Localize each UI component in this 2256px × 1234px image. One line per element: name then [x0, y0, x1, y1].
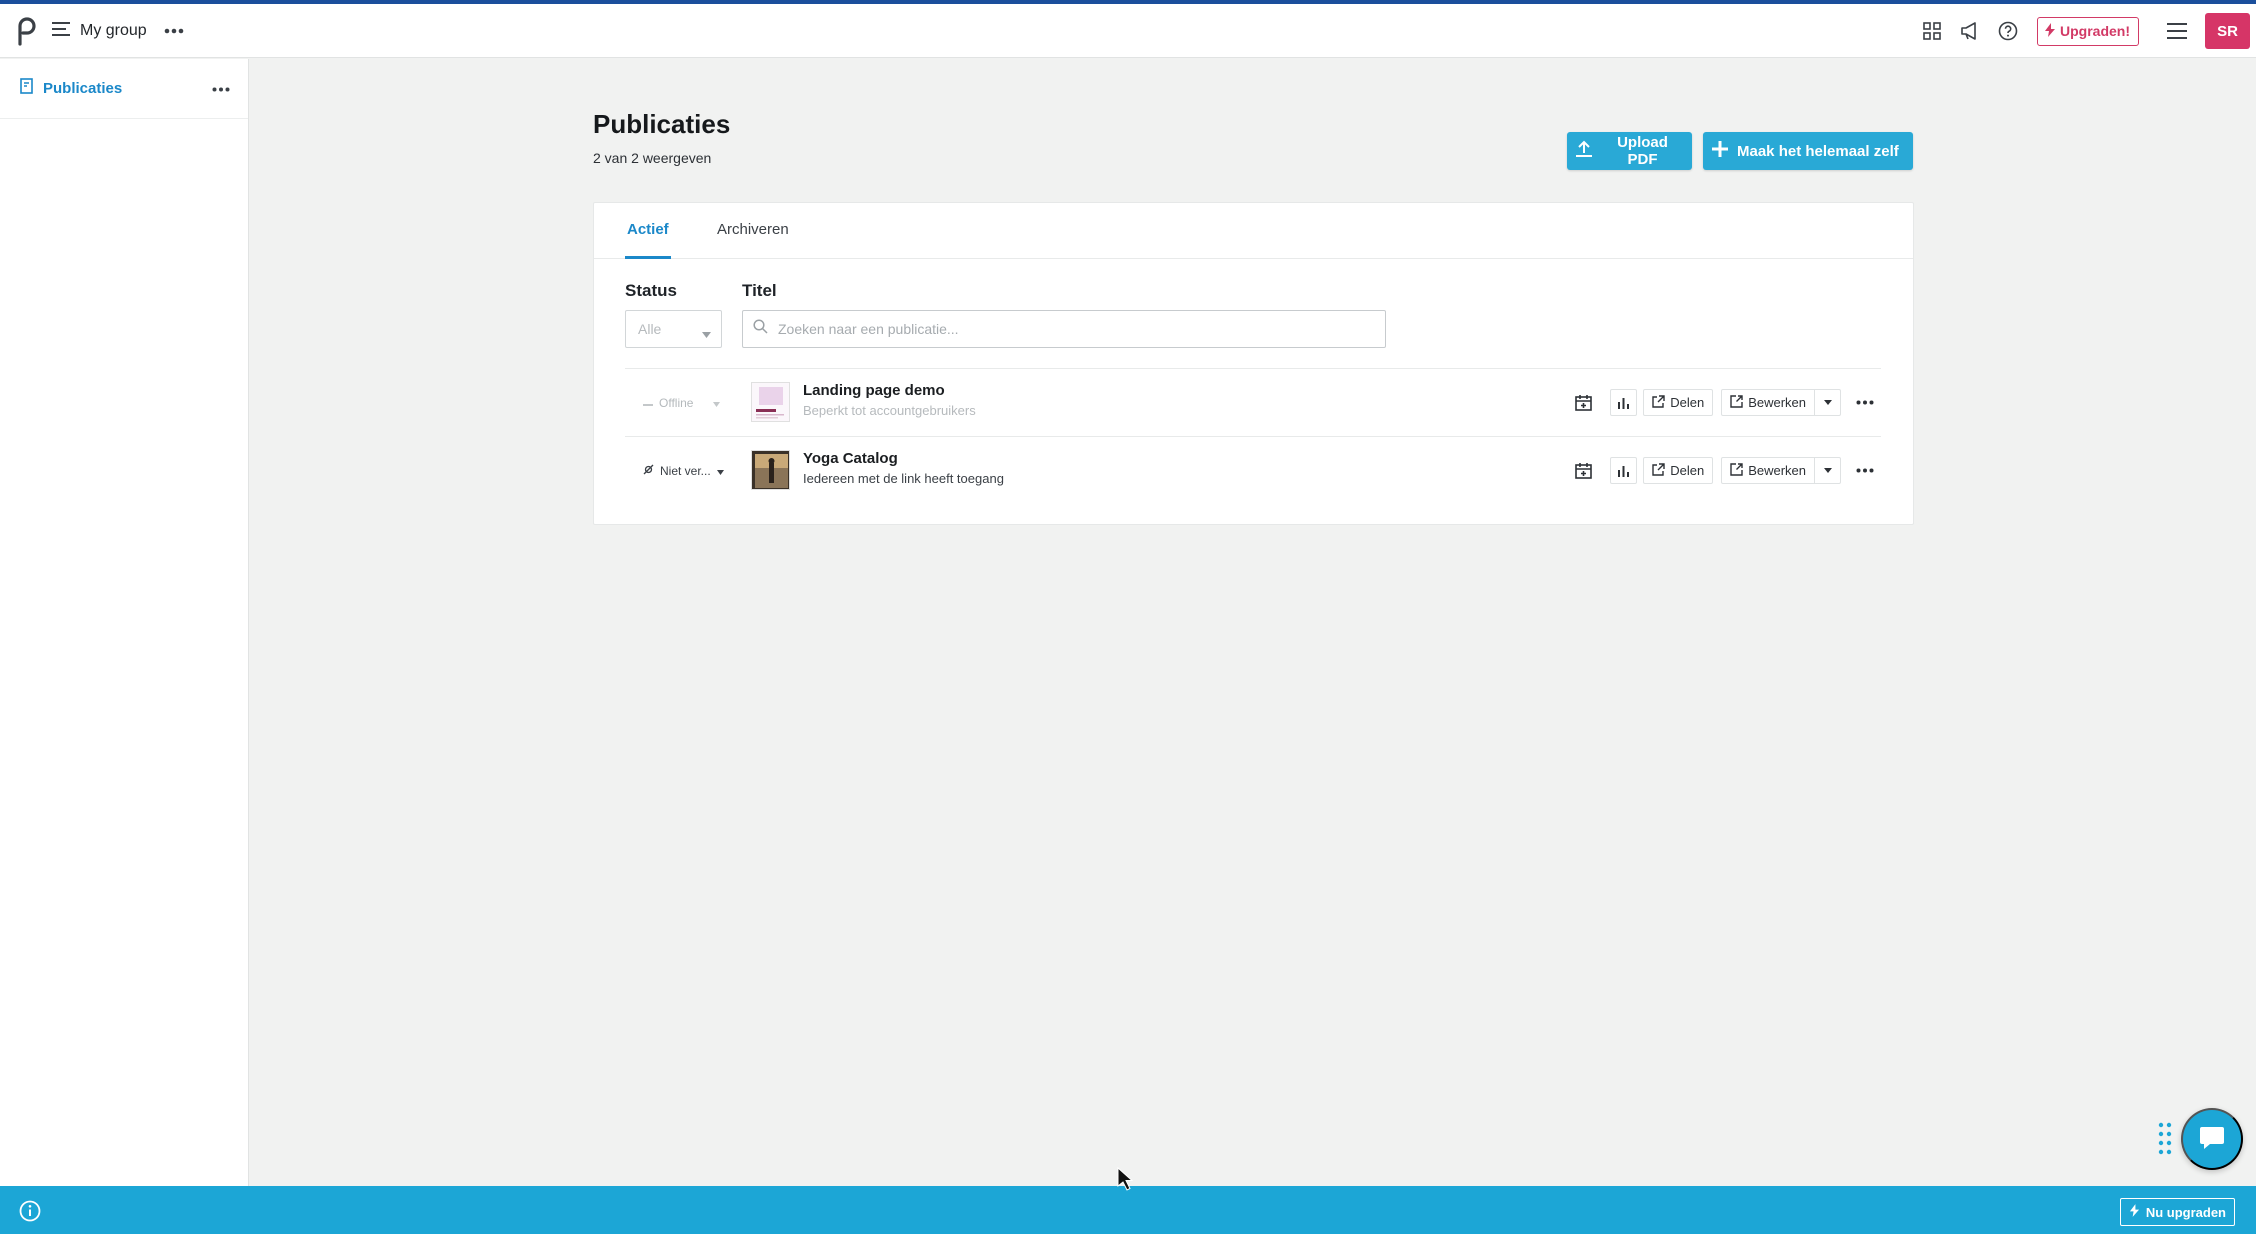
lightning-icon: [2129, 1204, 2140, 1220]
status-filter-label: Status: [625, 281, 677, 300]
schedule-icon[interactable]: [1570, 389, 1596, 416]
tab-actief[interactable]: Actief: [625, 221, 671, 259]
top-right-actions: Upgraden! SR: [1907, 4, 2256, 58]
publication-title[interactable]: Landing page demo: [803, 382, 945, 399]
share-button[interactable]: Delen: [1643, 457, 1714, 484]
stats-icon[interactable]: [1610, 389, 1638, 416]
help-icon[interactable]: [1995, 18, 2021, 44]
menu-icon[interactable]: [2163, 17, 2191, 45]
unpublished-icon: [643, 464, 654, 478]
upgrade-now-label: Nu upgraden: [2145, 1204, 2226, 1220]
drag-handle-icon[interactable]: [2158, 1122, 2172, 1156]
info-icon[interactable]: [18, 1199, 42, 1223]
chevron-down-icon: [713, 396, 721, 410]
upload-pdf-button[interactable]: Upload PDF: [1567, 132, 1692, 170]
offline-dash-icon: [643, 396, 653, 410]
plus-icon: [1711, 140, 1729, 162]
row-more-icon[interactable]: [1849, 457, 1881, 484]
result-count: 2 van 2 weergeven: [593, 150, 712, 166]
publication-list: Offline Landing page demo Beperkt tot ac…: [625, 368, 1881, 504]
publication-icon: [20, 78, 33, 99]
share-icon: [1652, 462, 1665, 479]
status-select[interactable]: Alle: [625, 310, 722, 348]
edit-icon: [1730, 462, 1743, 479]
group-more-icon[interactable]: [162, 20, 186, 42]
search-input[interactable]: [778, 321, 1358, 337]
publications-card: Actief Archiveren Status Titel Alle Zoek…: [593, 202, 1914, 525]
edit-icon: [1730, 394, 1743, 411]
publication-thumbnail[interactable]: [751, 382, 790, 422]
apps-grid-icon[interactable]: [1919, 18, 1945, 44]
share-label: Delen: [1670, 463, 1705, 478]
publication-access: Iedereen met de link heeft toegang: [803, 471, 1004, 486]
status-select-value: Alle: [638, 321, 662, 337]
main-content: Publicaties 2 van 2 weergeven Upload PDF…: [250, 59, 2256, 1186]
upload-label: Upload PDF: [1617, 134, 1668, 168]
edit-button[interactable]: Bewerken: [1721, 457, 1815, 484]
table-row: Offline Landing page demo Beperkt tot ac…: [625, 368, 1881, 436]
avatar[interactable]: SR: [2205, 13, 2250, 49]
edit-button[interactable]: Bewerken: [1721, 389, 1815, 416]
upload-icon: [1575, 140, 1593, 162]
publication-access: Beperkt tot accountgebruikers: [803, 403, 976, 418]
edit-label: Bewerken: [1748, 395, 1806, 410]
logo-icon[interactable]: [14, 14, 40, 48]
edit-menu-chevron-icon[interactable]: [1815, 457, 1841, 484]
schedule-icon[interactable]: [1570, 457, 1596, 484]
status-dropdown[interactable]: Offline: [643, 396, 721, 410]
sidebar-item-publicaties[interactable]: Publicaties: [0, 59, 248, 119]
chevron-down-icon: [702, 325, 711, 341]
menu-lines-icon: [52, 21, 70, 41]
search-icon: [753, 319, 768, 339]
publication-thumbnail[interactable]: [751, 450, 790, 490]
edit-split-button: Bewerken: [1721, 457, 1841, 484]
chat-bubble-icon: [2198, 1124, 2226, 1155]
megaphone-icon[interactable]: [1957, 18, 1983, 44]
chevron-down-icon: [716, 464, 724, 478]
create-label: Maak het helemaal zelf: [1737, 142, 1899, 160]
group-name: My group: [80, 22, 147, 39]
status-dropdown[interactable]: Niet ver...: [643, 464, 724, 478]
row-more-icon[interactable]: [1849, 389, 1881, 416]
bottom-bar: Nu upgraden: [0, 1186, 2256, 1234]
create-from-scratch-button[interactable]: Maak het helemaal zelf: [1703, 132, 1913, 170]
edit-menu-chevron-icon[interactable]: [1815, 389, 1841, 416]
upgrade-button[interactable]: Upgraden!: [2037, 16, 2139, 46]
tab-archiveren[interactable]: Archiveren: [717, 221, 789, 259]
stats-icon[interactable]: [1610, 457, 1638, 484]
table-row: Niet ver... Yoga Catalog Iedereen met de…: [625, 436, 1881, 504]
edit-label: Bewerken: [1748, 463, 1806, 478]
page-title: Publicaties: [593, 109, 731, 139]
group-switcher[interactable]: My group: [52, 18, 147, 44]
upgrade-label: Upgraden!: [2060, 23, 2130, 39]
chat-button[interactable]: [2181, 1108, 2243, 1170]
sidebar-item-label: Publicaties: [43, 80, 123, 97]
sidebar-more-icon[interactable]: [210, 78, 232, 100]
sidebar: Publicaties: [0, 59, 249, 1186]
share-button[interactable]: Delen: [1643, 389, 1714, 416]
publication-title[interactable]: Yoga Catalog: [803, 450, 898, 467]
search-box: [742, 310, 1386, 348]
tab-bar: Actief Archiveren: [594, 203, 1913, 259]
status-label: Niet ver...: [660, 464, 711, 478]
row-actions: Delen Bewerken: [1562, 389, 1881, 416]
title-filter-label: Titel: [742, 281, 777, 300]
row-actions: Delen Bewerken: [1562, 457, 1881, 484]
status-label: Offline: [659, 396, 694, 410]
lightning-icon: [2044, 22, 2056, 40]
share-label: Delen: [1670, 395, 1705, 410]
edit-split-button: Bewerken: [1721, 389, 1841, 416]
top-bar: My group Upgraden! SR: [0, 4, 2256, 58]
upgrade-now-button[interactable]: Nu upgraden: [2119, 1198, 2235, 1226]
share-icon: [1652, 394, 1665, 411]
mouse-cursor-icon: [1117, 1166, 1134, 1191]
